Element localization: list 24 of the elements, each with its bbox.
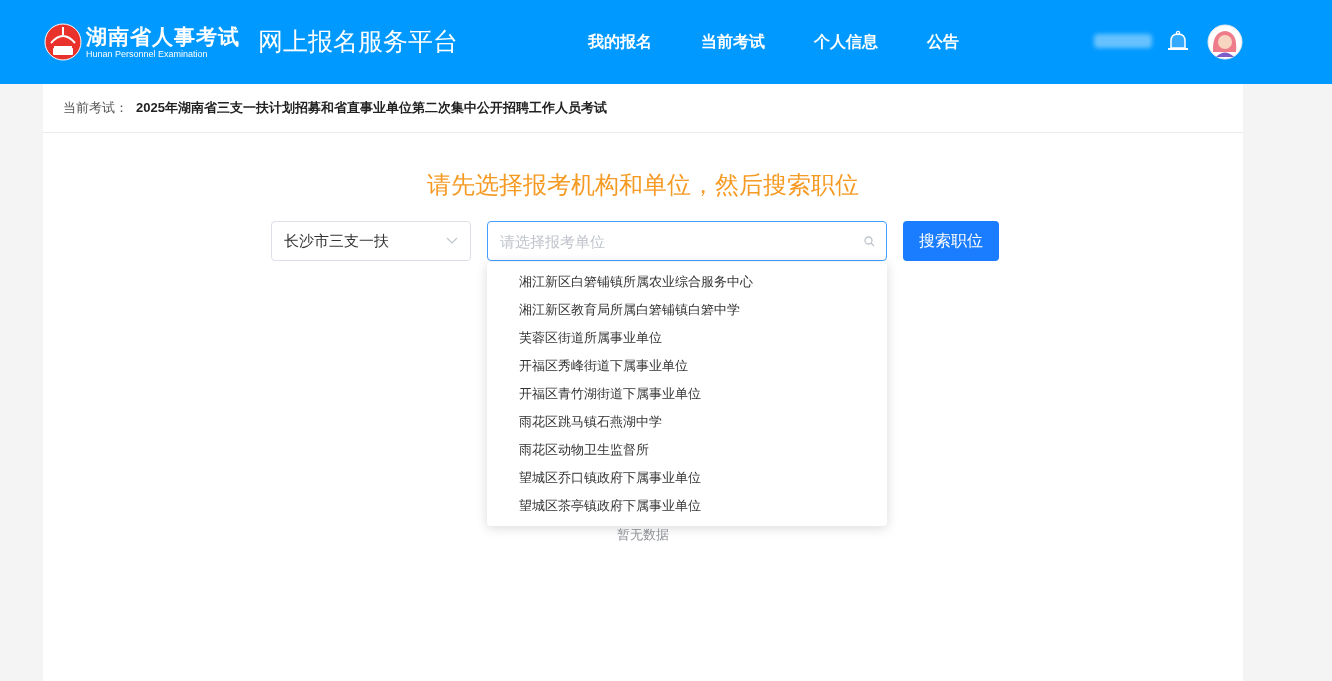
dropdown-option[interactable]: 湘江新区白箬铺镇所属农业综合服务中心 xyxy=(487,268,887,296)
empty-state-text: 暂无数据 xyxy=(617,526,669,544)
platform-title: 网上报名服务平台 xyxy=(258,26,458,58)
current-exam-label: 当前考试： xyxy=(63,99,128,118)
current-exam-name: 2025年湖南省三支一扶计划招募和省直事业单位第二次集中公开招聘工作人员考试 xyxy=(136,99,607,118)
dropdown-option[interactable]: 开福区秀峰街道下属事业单位 xyxy=(487,352,887,380)
search-positions-button[interactable]: 搜索职位 xyxy=(903,221,999,261)
logo-subtitle: Hunan Personnel Examination xyxy=(86,49,209,59)
search-icon xyxy=(864,236,875,247)
avatar[interactable] xyxy=(1207,24,1243,60)
dropdown-option[interactable]: 望城区茶亭镇政府下属事业单位 xyxy=(487,492,887,520)
organization-select[interactable]: 长沙市三支一扶 xyxy=(271,221,471,261)
dropdown-option[interactable]: 望城区乔口镇政府下属事业单位 xyxy=(487,464,887,492)
logo-icon xyxy=(44,23,82,61)
prompt-heading: 请先选择报考机构和单位，然后搜索职位 xyxy=(427,170,859,200)
dropdown-option[interactable]: 雨花区跳马镇石燕湖中学 xyxy=(487,408,887,436)
unit-search-field[interactable]: 请选择报考单位 xyxy=(487,221,887,261)
dropdown-option[interactable]: 芙蓉区街道所属事业单位 xyxy=(487,324,887,352)
blurred-username xyxy=(1094,34,1152,48)
dropdown-option[interactable]: 雨花区动物卫生监督所 xyxy=(487,436,887,464)
dropdown-option[interactable]: 开福区青竹湖街道下属事业单位 xyxy=(487,380,887,408)
dropdown-option[interactable]: 湘江新区教育局所属白箬铺镇白箬中学 xyxy=(487,296,887,324)
logo-title: 湖南省人事考试 xyxy=(86,25,240,47)
chevron-down-icon xyxy=(446,237,458,245)
